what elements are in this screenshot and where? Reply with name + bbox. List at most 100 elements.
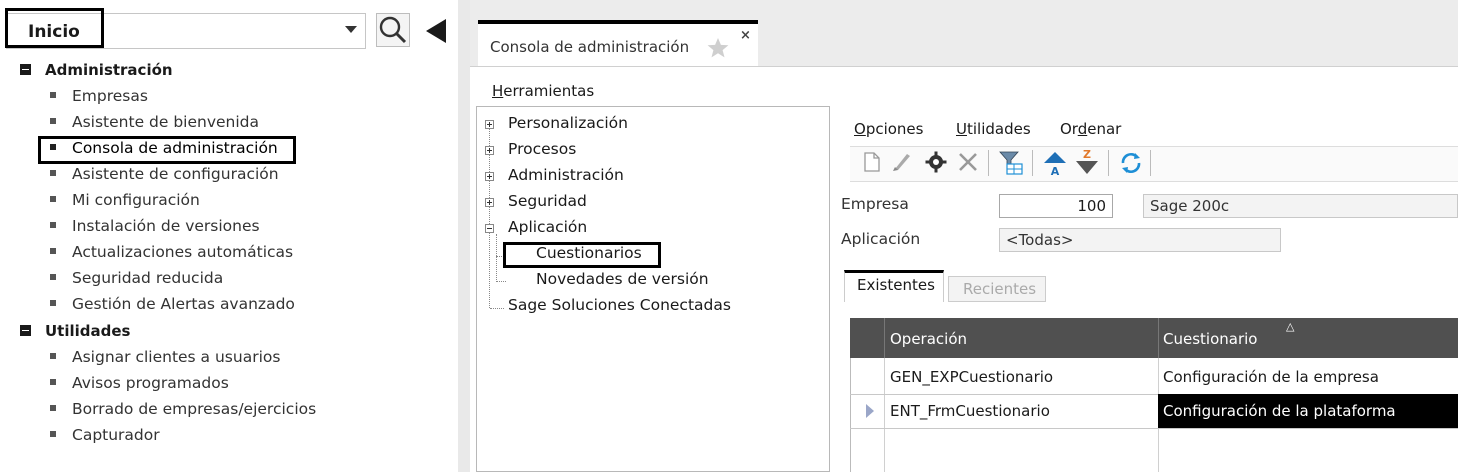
menu-mnemonic: O [854,120,866,138]
nav-item-borrado-empresas[interactable]: Borrado de empresas/ejercicios [50,400,316,418]
refresh-icon[interactable] [1118,150,1144,176]
bullet-icon [50,170,56,176]
empresa-code-field[interactable]: 100 [999,194,1113,218]
nav-item-capturador[interactable]: Capturador [50,426,160,444]
nav-item-instalacion-versiones[interactable]: Instalación de versiones [50,217,260,235]
tree-node-novedades[interactable]: Novedades de versión [536,270,709,288]
aplicacion-field[interactable]: <Todas> [999,228,1281,252]
toolbar-separator [988,150,989,176]
tree-view[interactable] [476,106,830,472]
menu-label: erramientas [503,82,595,100]
expand-icon[interactable] [485,198,494,207]
panel-splitter[interactable] [458,0,470,472]
menu-ordenar[interactable]: Ordenar [1060,120,1121,138]
tree-connector [496,281,506,282]
column-header-operacion[interactable]: Operación [890,330,967,348]
nav-item-label: Empresas [72,87,148,105]
tree-node-personalizacion[interactable]: Personalización [508,114,628,132]
expand-icon[interactable] [485,172,494,181]
nav-item-empresas[interactable]: Empresas [50,87,148,105]
tree-node-procesos[interactable]: Procesos [508,140,576,158]
close-icon[interactable]: × [740,28,751,43]
bullet-icon [50,118,56,124]
nav-item-label: Asignar clientes a usuarios [72,348,281,366]
menu-herramientas[interactable]: Herramientas [492,82,594,100]
tree-node-administracion[interactable]: Administración [508,166,624,184]
collapse-arrow-icon[interactable] [426,19,446,43]
menu-label: tilidades [966,120,1031,138]
grid-row-divider [850,428,1458,429]
bullet-icon [50,196,56,202]
menu-label: enar [1087,120,1122,138]
nav-item-asignar-clientes[interactable]: Asignar clientes a usuarios [50,348,280,366]
nav-item-label: Mi configuración [72,191,200,209]
cell-cuestionario[interactable]: Configuración de la empresa [1163,368,1379,386]
menu-mnemonic: d [1077,120,1088,138]
current-row-indicator-icon [866,404,874,418]
tree-selection-highlight-box [503,242,661,268]
nav-item-label: Avisos programados [72,374,229,392]
nav-item-mi-configuracion[interactable]: Mi configuración [50,191,200,209]
collapse-icon[interactable] [485,224,494,233]
nav-item-label: Instalación de versiones [72,217,260,235]
tree-connector [489,128,490,308]
nav-group-label: Utilidades [45,322,131,340]
collapse-icon[interactable] [20,325,31,336]
aplicacion-label: Aplicación [841,230,921,248]
toolbar-separator [1032,150,1033,176]
nav-item-avisos-programados[interactable]: Avisos programados [50,374,229,392]
nav-group-utilidades[interactable]: Utilidades [20,322,130,340]
expand-icon[interactable] [485,146,494,155]
nav-item-label: Gestión de Alertas avanzado [72,295,295,313]
empresa-name-field: Sage 200c [1143,194,1458,218]
cell-operacion[interactable]: GEN_EXPCuestionario [890,368,1053,386]
menu-label: Or [1060,120,1078,138]
toolbar-separator [1150,150,1151,176]
empresa-label: Empresa [841,195,909,213]
tree-node-aplicacion[interactable]: Aplicación [508,218,587,236]
nav-group-administracion[interactable]: Administración [20,61,173,79]
menu-mnemonic: U [956,120,967,138]
sort-ascending-icon[interactable]: A [1042,150,1068,176]
bullet-icon [50,431,56,437]
tree-connector [490,308,504,309]
cell-cuestionario[interactable]: Configuración de la plataforma [1163,402,1396,420]
sort-indicator-icon: △ [1286,320,1295,333]
bullet-icon [50,222,56,228]
column-header-cuestionario[interactable]: Cuestionario [1163,330,1257,348]
tree-node-sage-conectadas[interactable]: Sage Soluciones Conectadas [508,296,731,314]
bullet-icon [50,405,56,411]
gear-icon[interactable] [924,150,948,174]
nav-item-asistente-configuracion[interactable]: Asistente de configuración [50,165,279,183]
edit-pencil-icon[interactable] [890,150,914,174]
svg-text:Z: Z [1083,148,1091,161]
nav-item-gestion-alertas[interactable]: Gestión de Alertas avanzado [50,295,295,313]
menu-opciones[interactable]: Opciones [854,120,923,138]
nav-item-actualizaciones-automaticas[interactable]: Actualizaciones automáticas [50,243,293,261]
new-document-icon[interactable] [862,150,882,174]
tab-recientes-label: Recientes [963,280,1037,298]
menu-utilidades[interactable]: Utilidades [956,120,1031,138]
bullet-icon [50,379,56,385]
star-icon[interactable] [706,36,730,60]
module-combo-value: Inicio [28,22,80,42]
search-button[interactable] [376,13,410,47]
sort-descending-icon[interactable]: Z [1074,148,1100,176]
menu-label: pciones [865,120,924,138]
cell-operacion[interactable]: ENT_FrmCuestionario [890,402,1050,420]
delete-x-icon[interactable] [956,150,980,174]
nav-selection-highlight-box [38,136,296,164]
nav-item-label: Actualizaciones automáticas [72,243,294,261]
filter-grid-icon[interactable] [998,150,1024,176]
nav-item-asistente-bienvenida[interactable]: Asistente de bienvenida [50,113,259,131]
tree-connector [496,234,497,282]
bullet-icon [50,353,56,359]
bullet-icon [50,92,56,98]
nav-item-seguridad-reducida[interactable]: Seguridad reducida [50,269,223,287]
chevron-down-icon[interactable] [345,26,357,33]
nav-item-label: Asistente de configuración [72,165,279,183]
bullet-icon [50,248,56,254]
tree-node-seguridad[interactable]: Seguridad [508,192,587,210]
collapse-icon[interactable] [20,64,31,75]
expand-icon[interactable] [485,120,494,129]
